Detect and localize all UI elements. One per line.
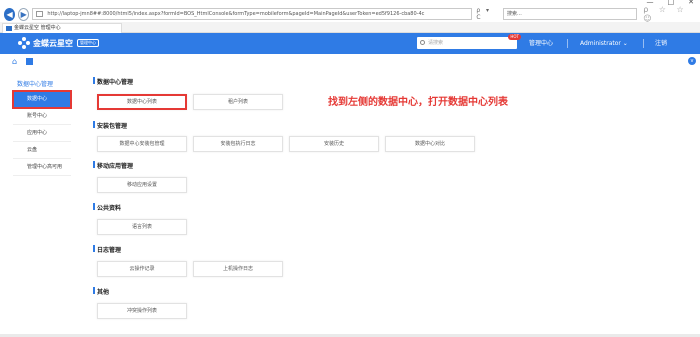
data-center-list-button[interactable]: 数据中心列表 (97, 94, 187, 110)
app-logo[interactable]: 金蝶云星空 管理中心 (18, 37, 99, 49)
search-icon (420, 40, 425, 45)
cloud-op-log-button[interactable]: 云操作记录 (97, 261, 187, 277)
url-text: http://laptop-jmn8##:8000/html5/index.as… (47, 11, 425, 17)
instruction-annotation: 找到左侧的数据中心，打开数据中心列表 (328, 97, 508, 108)
sidebar-item-account-center[interactable]: 账号中心 (13, 108, 71, 125)
sidebar: 数据中心管理 数据中心 账号中心 应用中心 云盘 管理中心高可用 (12, 78, 72, 176)
sub-toolbar: ⌂ v (0, 54, 700, 68)
browser-search-input[interactable]: 搜索... (503, 8, 638, 20)
manage-center-link[interactable]: 管理中心 (529, 33, 553, 54)
mobile-settings-button[interactable]: 移动应用设置 (97, 177, 187, 193)
machine-op-log-button[interactable]: 上机操作日志 (193, 261, 283, 277)
header-search-input[interactable]: 请搜索 HOT (417, 34, 521, 49)
conflict-op-list-button[interactable]: 冲突操作列表 (97, 303, 187, 319)
logo-badge: 管理中心 (77, 39, 99, 47)
header-divider (643, 39, 644, 48)
address-tools[interactable]: ρ ▾ C (476, 7, 497, 21)
pkg-manage-button[interactable]: 数据中心安装包管理 (97, 136, 187, 152)
language-list-button[interactable]: 语言列表 (97, 219, 187, 235)
logo-icon (18, 37, 30, 49)
hot-badge: HOT (508, 34, 521, 40)
data-center-compare-button[interactable]: 数据中心对比 (385, 136, 475, 152)
section-title-other: 其他 (92, 287, 110, 296)
install-history-button[interactable]: 安装历史 (289, 136, 379, 152)
tenant-list-button[interactable]: 租户列表 (193, 94, 283, 110)
section-title-mobile: 移动应用管理 (92, 161, 134, 170)
expand-icon[interactable]: v (688, 57, 696, 65)
favicon-icon (6, 26, 12, 31)
header-search-placeholder: 请搜索 (428, 40, 444, 46)
header-divider (567, 39, 568, 48)
sidebar-item-data-center[interactable]: 数据中心 (12, 90, 72, 109)
section-title-log: 日志管理 (92, 245, 122, 254)
logout-link[interactable]: 注销 (655, 33, 667, 54)
sidebar-item-ha[interactable]: 管理中心高可用 (13, 159, 71, 176)
browser-toolbar-icons[interactable]: ρ ☆ ☆ ☺ (643, 5, 696, 23)
pkg-log-button[interactable]: 安装包执行日志 (193, 136, 283, 152)
section-title-common: 公共资料 (92, 203, 122, 212)
browser-tab-title: 金蝶云星空 管理中心 (14, 25, 61, 31)
sidebar-title: 数据中心管理 (13, 78, 71, 91)
browser-address-bar: ◀ ▶ http://laptop-jmn8##:8000/html5/inde… (0, 5, 700, 23)
back-icon[interactable]: ◀ (4, 7, 16, 21)
user-menu[interactable]: Administrator ⌄ (580, 33, 628, 54)
home-icon[interactable]: ⌂ (12, 57, 17, 66)
section-title-package: 安装包管理 (92, 121, 128, 130)
logo-text: 金蝶云星空 (33, 38, 73, 48)
menu-icon[interactable] (26, 58, 33, 65)
sidebar-item-cloud-disk[interactable]: 云盘 (13, 142, 71, 159)
section-title-data-center: 数据中心管理 (92, 77, 134, 86)
browser-tab[interactable]: 金蝶云星空 管理中心 (2, 23, 122, 33)
browser-tab-bar: 金蝶云星空 管理中心 (0, 22, 700, 33)
url-input[interactable]: http://laptop-jmn8##:8000/html5/index.as… (32, 8, 473, 20)
app-header: 金蝶云星空 管理中心 请搜索 HOT 管理中心 Administrator ⌄ … (0, 33, 700, 54)
sidebar-item-app-center[interactable]: 应用中心 (13, 125, 71, 142)
page-icon (36, 11, 44, 17)
forward-icon[interactable]: ▶ (18, 7, 30, 21)
